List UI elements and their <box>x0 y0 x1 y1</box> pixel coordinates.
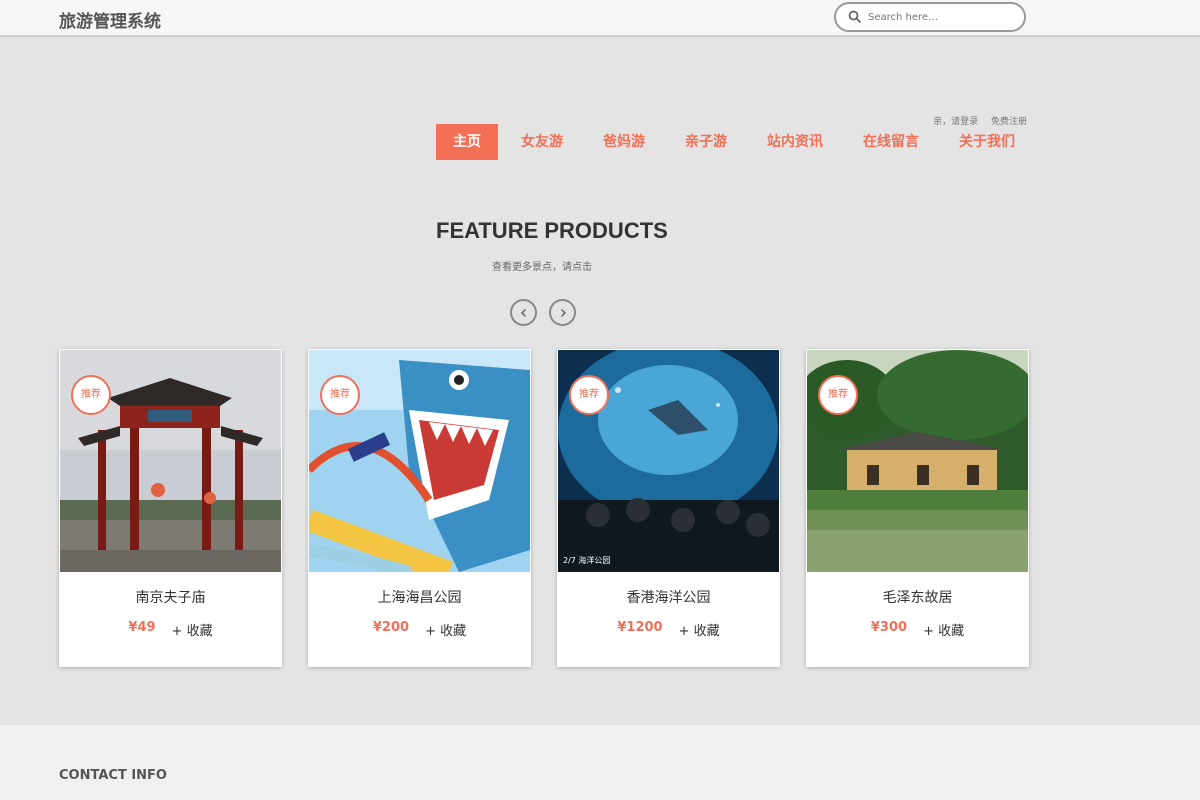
top-header: 旅游管理系统 <box>0 0 1200 37</box>
section-title: FEATURE PRODUCTS <box>436 218 668 243</box>
product-meta: ¥49 + 收藏 <box>59 620 282 639</box>
product-card[interactable]: 2/7 海洋公园 推荐 香港海洋公园 ¥1200 + 收藏 <box>557 349 780 667</box>
carousel-prev-button[interactable] <box>510 299 537 326</box>
recommend-badge: 推荐 <box>71 375 111 415</box>
search-icon <box>848 10 862 24</box>
nav-item-parents-tour[interactable]: 爸妈游 <box>586 124 662 160</box>
chevron-left-icon <box>520 308 526 317</box>
search-box[interactable] <box>834 2 1026 32</box>
nav-item-home[interactable]: 主页 <box>436 124 498 160</box>
search-input[interactable] <box>868 7 1018 27</box>
product-card[interactable]: 推荐 南京夫子庙 ¥49 + 收藏 <box>59 349 282 667</box>
image-caption: 2/7 海洋公园 <box>563 555 610 565</box>
product-name[interactable]: 毛泽东故居 <box>806 587 1029 607</box>
add-favorite-button[interactable]: + 收藏 <box>425 620 466 639</box>
recommend-badge: 推荐 <box>569 375 609 415</box>
nav-item-about[interactable]: 关于我们 <box>942 124 1032 160</box>
recommend-badge: 推荐 <box>818 375 858 415</box>
product-name[interactable]: 南京夫子庙 <box>59 587 282 607</box>
nav-item-girlfriend-tour[interactable]: 女友游 <box>504 124 580 160</box>
add-favorite-button[interactable]: + 收藏 <box>679 620 720 639</box>
product-price: ¥1200 <box>617 620 663 635</box>
main-nav: 主页 女友游 爸妈游 亲子游 站内资讯 在线留言 关于我们 <box>436 124 1038 160</box>
product-card[interactable]: 推荐 上海海昌公园 ¥200 + 收藏 <box>308 349 531 667</box>
carousel-next-button[interactable] <box>549 299 576 326</box>
add-favorite-button[interactable]: + 收藏 <box>923 620 964 639</box>
product-meta: ¥200 + 收藏 <box>308 620 531 639</box>
product-name[interactable]: 香港海洋公园 <box>557 587 780 607</box>
nav-item-news[interactable]: 站内资讯 <box>750 124 840 160</box>
site-title[interactable]: 旅游管理系统 <box>59 7 161 32</box>
product-name[interactable]: 上海海昌公园 <box>308 587 531 607</box>
product-price: ¥200 <box>372 620 410 635</box>
footer: CONTACT INFO <box>0 725 1200 800</box>
product-price: ¥300 <box>870 620 908 635</box>
contact-info-title: CONTACT INFO <box>59 768 167 783</box>
section-subtitle: 查看更多景点，请点击 <box>492 262 592 273</box>
chevron-right-icon <box>560 308 566 317</box>
nav-item-family-tour[interactable]: 亲子游 <box>668 124 744 160</box>
product-card[interactable]: 推荐 毛泽东故居 ¥300 + 收藏 <box>806 349 1029 667</box>
recommend-badge: 推荐 <box>320 375 360 415</box>
product-meta: ¥1200 + 收藏 <box>557 620 780 639</box>
add-favorite-button[interactable]: + 收藏 <box>172 620 213 639</box>
nav-item-messages[interactable]: 在线留言 <box>846 124 936 160</box>
product-list: 推荐 南京夫子庙 ¥49 + 收藏 推荐 上海海昌公园 ¥200 + 收藏 2/… <box>59 349 1029 667</box>
product-price: ¥49 <box>128 620 156 635</box>
product-meta: ¥300 + 收藏 <box>806 620 1029 639</box>
